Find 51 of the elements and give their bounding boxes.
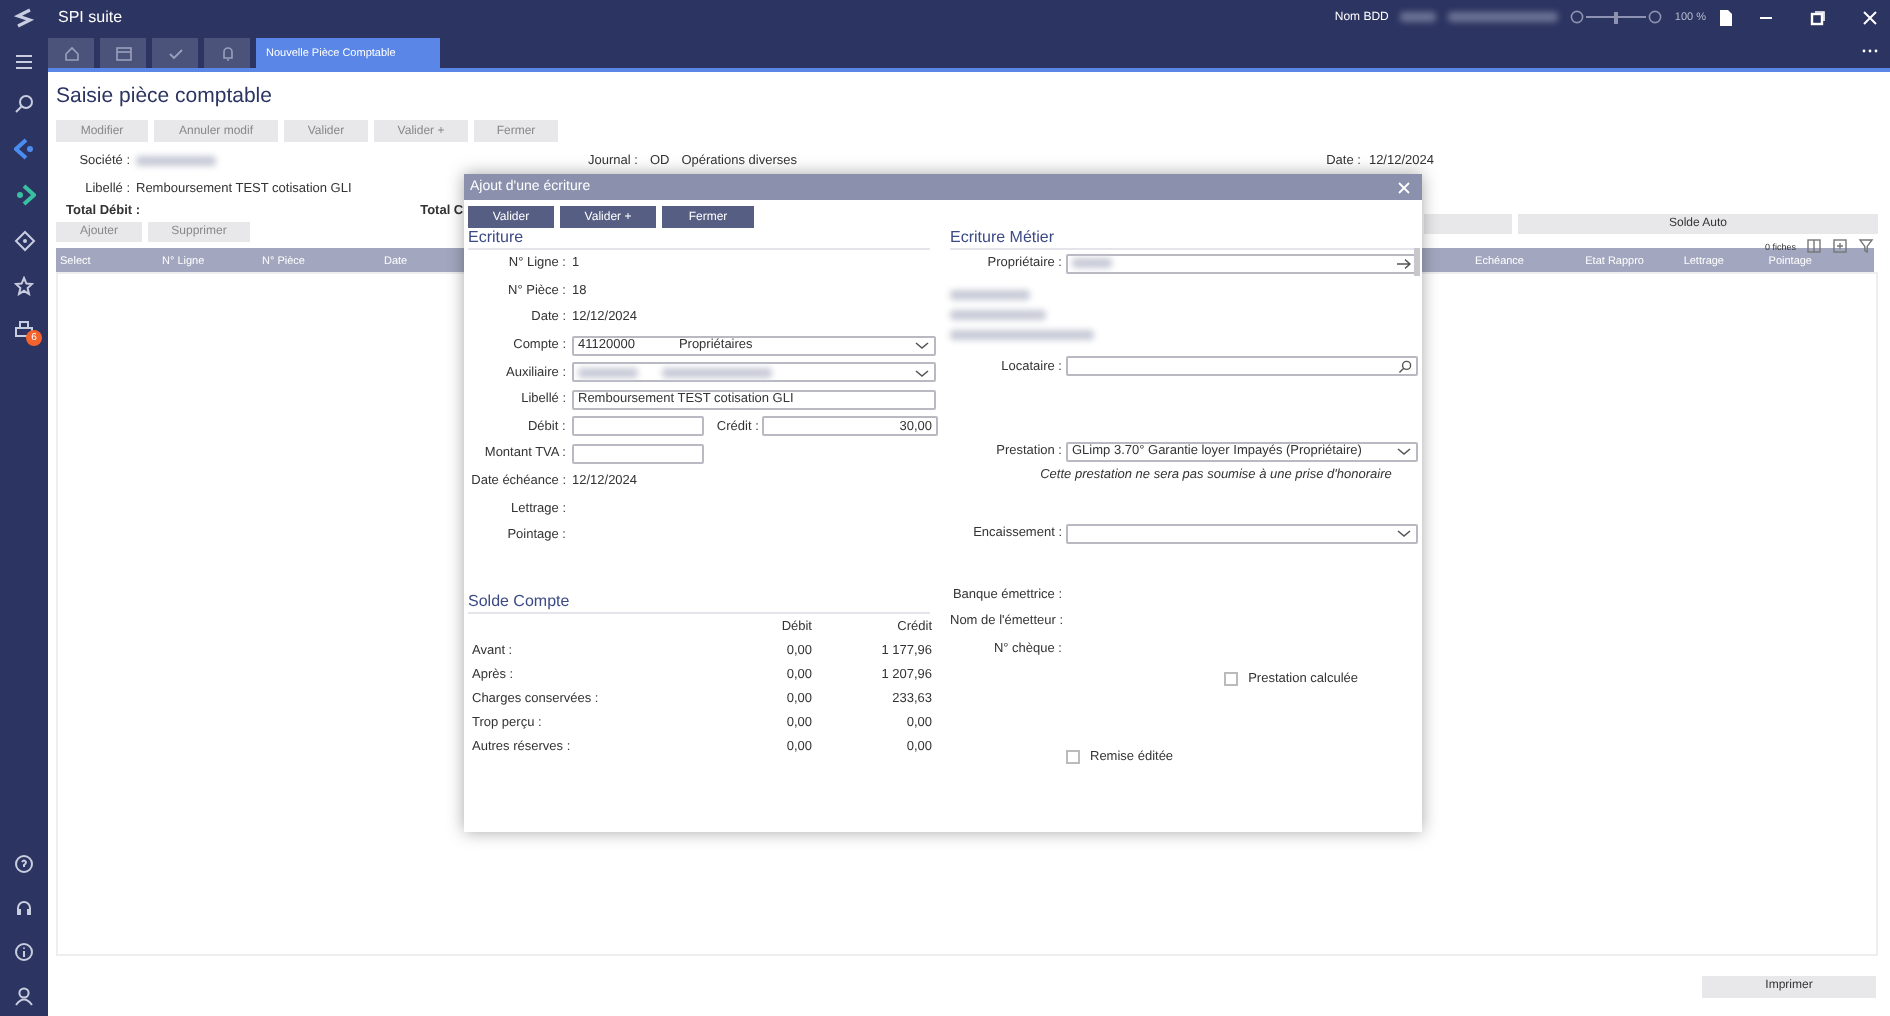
checkbox[interactable] [1066, 750, 1080, 765]
diamond-icon[interactable] [13, 230, 35, 252]
search-icon [1398, 359, 1412, 374]
printer-icon[interactable] [14, 320, 34, 340]
icon-tab[interactable] [204, 38, 250, 68]
blurred-text [662, 367, 772, 378]
blurred-text [950, 310, 1046, 321]
bell-icon [217, 43, 237, 63]
star-icon[interactable] [14, 276, 34, 296]
page-title: Saisie pièce comptable [56, 84, 274, 108]
section-heading: Ecriture [468, 228, 930, 250]
home-icon [61, 43, 81, 63]
export-icon[interactable] [1832, 238, 1848, 254]
section-heading: Ecriture Métier [950, 228, 1414, 250]
arrow-right-icon[interactable] [1396, 257, 1412, 270]
headset-icon[interactable] [14, 898, 34, 918]
checkmark-icon [165, 43, 185, 63]
chevron-down-icon [1396, 528, 1412, 539]
blurred-text [950, 290, 1030, 301]
user-icon[interactable] [14, 986, 34, 1006]
scrollbar [1414, 248, 1420, 276]
blurred-text [136, 155, 216, 165]
document-icon[interactable] [1718, 7, 1734, 27]
blurred-text [1072, 258, 1112, 269]
blurred-text [1448, 12, 1559, 22]
menu-icon[interactable] [14, 54, 34, 70]
blurred-text [1400, 12, 1437, 22]
icon-tab[interactable] [100, 38, 146, 68]
info-icon[interactable] [14, 942, 34, 962]
search-icon[interactable] [14, 94, 34, 114]
input-field[interactable] [1066, 253, 1418, 274]
right-chevron-icon[interactable] [13, 184, 35, 206]
icon-tab[interactable] [48, 38, 94, 68]
search-field[interactable] [1066, 356, 1418, 377]
blurred-text [578, 367, 638, 378]
blurred-text [950, 330, 1094, 341]
left-chevron-icon[interactable] [13, 138, 35, 160]
app-title: SPI suite [58, 8, 123, 26]
zoom-out-icon[interactable] [1570, 10, 1585, 24]
help-icon[interactable] [14, 854, 34, 874]
zoom-in-icon[interactable] [1648, 10, 1663, 24]
input-field[interactable] [572, 443, 704, 464]
logo-icon [12, 6, 36, 30]
icon-tab[interactable] [152, 38, 198, 68]
calendar-icon [113, 43, 133, 63]
columns-icon[interactable] [1806, 238, 1822, 254]
input-field[interactable] [571, 416, 703, 437]
filter-icon[interactable] [1858, 238, 1874, 254]
section-heading: Solde Compte [468, 591, 930, 614]
checkbox[interactable] [1224, 671, 1239, 686]
chevron-down-icon [1396, 446, 1412, 457]
